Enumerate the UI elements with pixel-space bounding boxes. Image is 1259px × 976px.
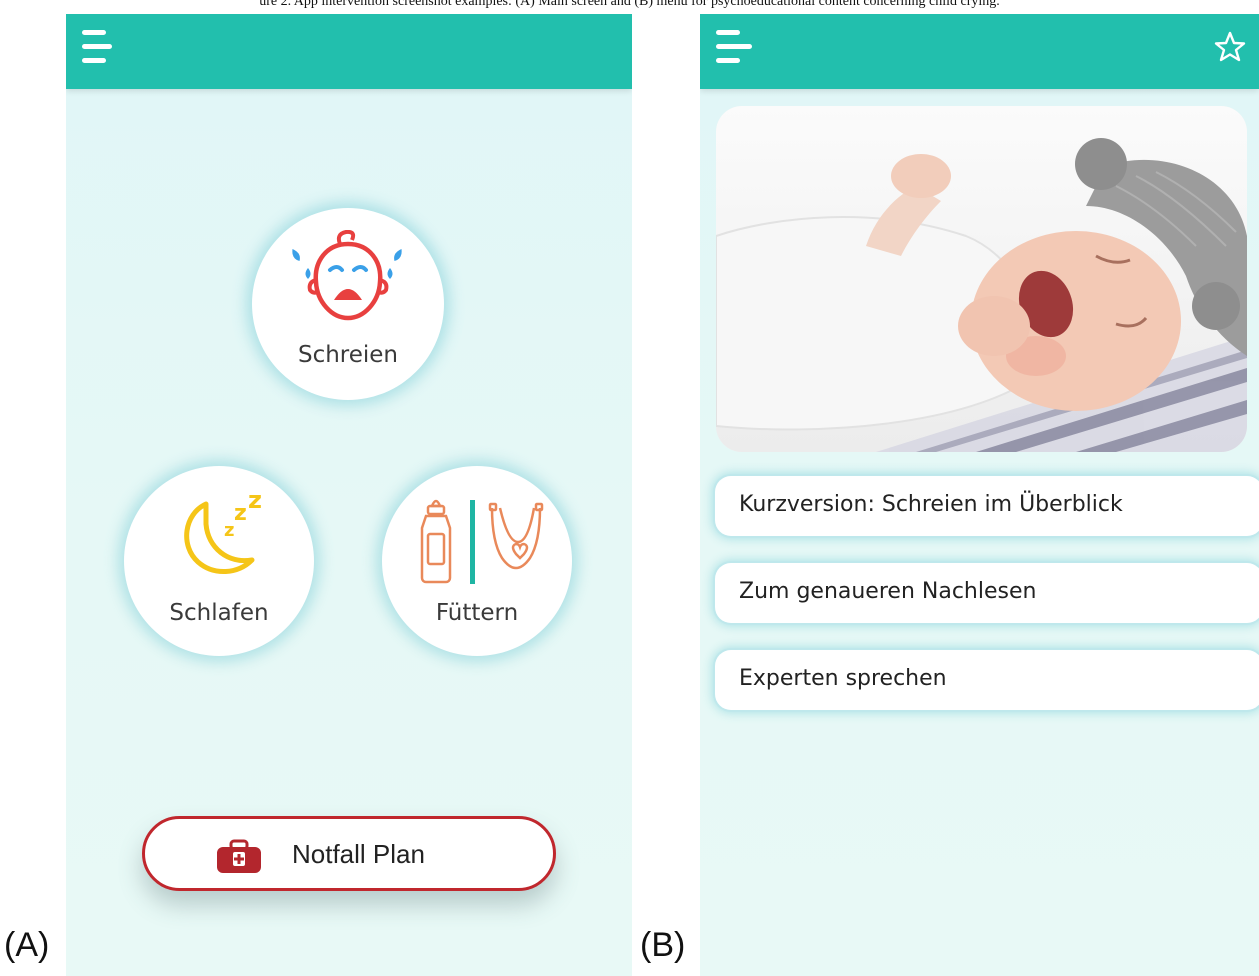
screen-b-schreien-menu: Kurzversion: Schreien im Überblick Zum g… — [700, 14, 1259, 976]
menu-item-label: Kurzversion: Schreien im Überblick — [739, 492, 1123, 517]
menu-item-label: Experten sprechen — [739, 666, 947, 691]
panel-label-a: (A) — [4, 926, 50, 964]
menu-item-label: Zum genaueren Nachlesen — [739, 579, 1037, 604]
tear-drops — [292, 248, 402, 279]
svg-text:z: z — [224, 520, 234, 541]
svg-text:z: z — [234, 501, 247, 526]
menu-item-kurzversion[interactable]: Kurzversion: Schreien im Überblick — [715, 476, 1259, 536]
category-label-schreien: Schreien — [297, 342, 399, 368]
panel-label-b: (B) — [640, 926, 686, 964]
category-label-schlafen: Schlafen — [169, 600, 269, 626]
photo-illustration — [716, 106, 1247, 452]
app-bar — [700, 14, 1259, 89]
hamburger-icon[interactable] — [82, 28, 122, 68]
notfall-plan-label: Notfall Plan — [292, 839, 425, 869]
bottle-icon — [420, 499, 452, 584]
feed-divider — [470, 500, 475, 584]
category-schreien-button[interactable]: Schreien — [252, 208, 444, 400]
crying-baby-icon — [292, 230, 402, 321]
notfall-plan-button[interactable]: Notfall Plan — [142, 816, 556, 891]
moon-zzz-icon: z z z — [184, 490, 262, 575]
first-aid-kit-icon — [217, 839, 261, 873]
bottle-bib-icon — [420, 499, 544, 584]
figure: ure 2. App intervention screenshot examp… — [0, 0, 1259, 976]
category-schlafen-button[interactable]: z z z Schlafen — [124, 466, 314, 656]
category-fuettern-button[interactable]: Füttern — [382, 466, 572, 656]
bib-icon — [488, 502, 544, 570]
hamburger-icon[interactable] — [716, 28, 756, 68]
category-label-fuettern: Füttern — [435, 600, 519, 626]
app-bar — [66, 14, 632, 89]
star-outline-icon[interactable] — [1213, 30, 1247, 64]
menu-item-experten[interactable]: Experten sprechen — [715, 650, 1259, 710]
figure-caption: ure 2. App intervention screenshot examp… — [259, 0, 1000, 9]
screen-a-main: Schreien z z z Schlafen Füttern Notfall … — [66, 14, 632, 976]
svg-text:z: z — [248, 490, 262, 514]
menu-item-nachlesen[interactable]: Zum genaueren Nachlesen — [715, 563, 1259, 623]
crying-newborn-photo — [716, 106, 1247, 452]
